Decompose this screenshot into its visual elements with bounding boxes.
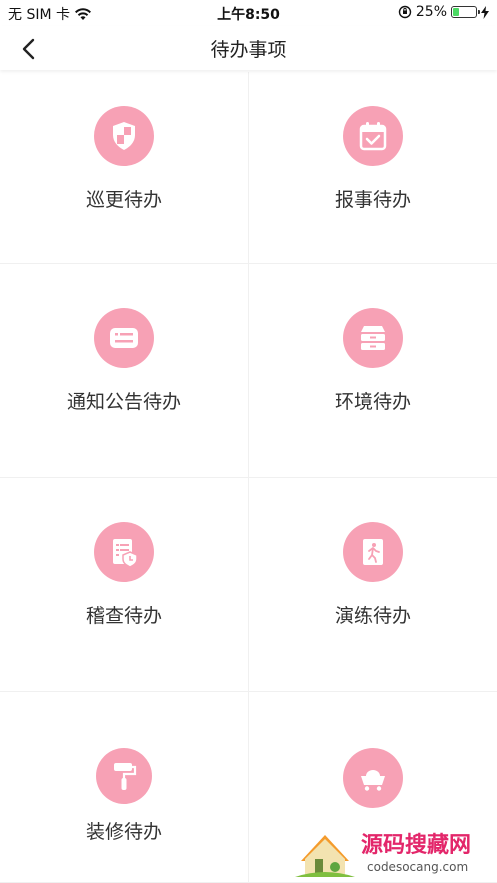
todo-item-report[interactable]: 报事待办 bbox=[249, 72, 497, 264]
todo-item-label: 演练待办 bbox=[334, 605, 411, 627]
charging-bolt-icon bbox=[481, 5, 489, 19]
battery-icon bbox=[451, 6, 480, 18]
todo-item-environment[interactable]: 环境待办 bbox=[249, 264, 497, 478]
battery-percent: 25% bbox=[415, 4, 447, 20]
todo-item-label: 稽查待办 bbox=[85, 605, 162, 627]
todo-item-audit[interactable]: 稽查待办 bbox=[0, 478, 249, 692]
battery-fill bbox=[453, 8, 459, 16]
todo-item-renovation[interactable]: 装修待办 bbox=[0, 692, 249, 883]
cart-icon bbox=[343, 748, 403, 808]
todo-item-label: 通知公告待办 bbox=[66, 391, 181, 413]
todo-item-label: 巡更待办 bbox=[85, 189, 162, 211]
todo-item-label: 报事待办 bbox=[334, 189, 411, 211]
paint-roller-icon bbox=[96, 748, 152, 804]
notice-icon bbox=[94, 308, 154, 368]
status-right: 25% bbox=[398, 4, 489, 20]
nav-bar: 待办事项 bbox=[0, 26, 497, 70]
todo-item-label: 装修待办 bbox=[85, 821, 162, 843]
shield-icon bbox=[94, 106, 154, 166]
calendar-check-icon bbox=[343, 106, 403, 166]
status-bar: 无 SIM 卡 上午8:50 25% bbox=[0, 0, 497, 26]
todo-item-label: 环境待办 bbox=[334, 391, 411, 413]
todo-item-patrol[interactable]: 巡更待办 bbox=[0, 72, 249, 264]
watermark-logo: 源码搜藏网 codesocang.com bbox=[295, 821, 495, 881]
todo-grid: 巡更待办 报事待办 通知公告待办 环境待办 稽查待办 演练待办 装修待办 bbox=[0, 72, 497, 883]
todo-item-drill[interactable]: 演练待办 bbox=[249, 478, 497, 692]
todo-item-notice[interactable]: 通知公告待办 bbox=[0, 264, 249, 478]
watermark-title: 源码搜藏网 bbox=[361, 833, 471, 858]
audit-doc-icon bbox=[94, 522, 154, 582]
drawer-icon bbox=[343, 308, 403, 368]
watermark-url: codesocang.com bbox=[367, 860, 468, 874]
page-title: 待办事项 bbox=[210, 39, 287, 61]
orientation-lock-icon bbox=[398, 5, 412, 19]
exit-door-icon bbox=[343, 522, 403, 582]
